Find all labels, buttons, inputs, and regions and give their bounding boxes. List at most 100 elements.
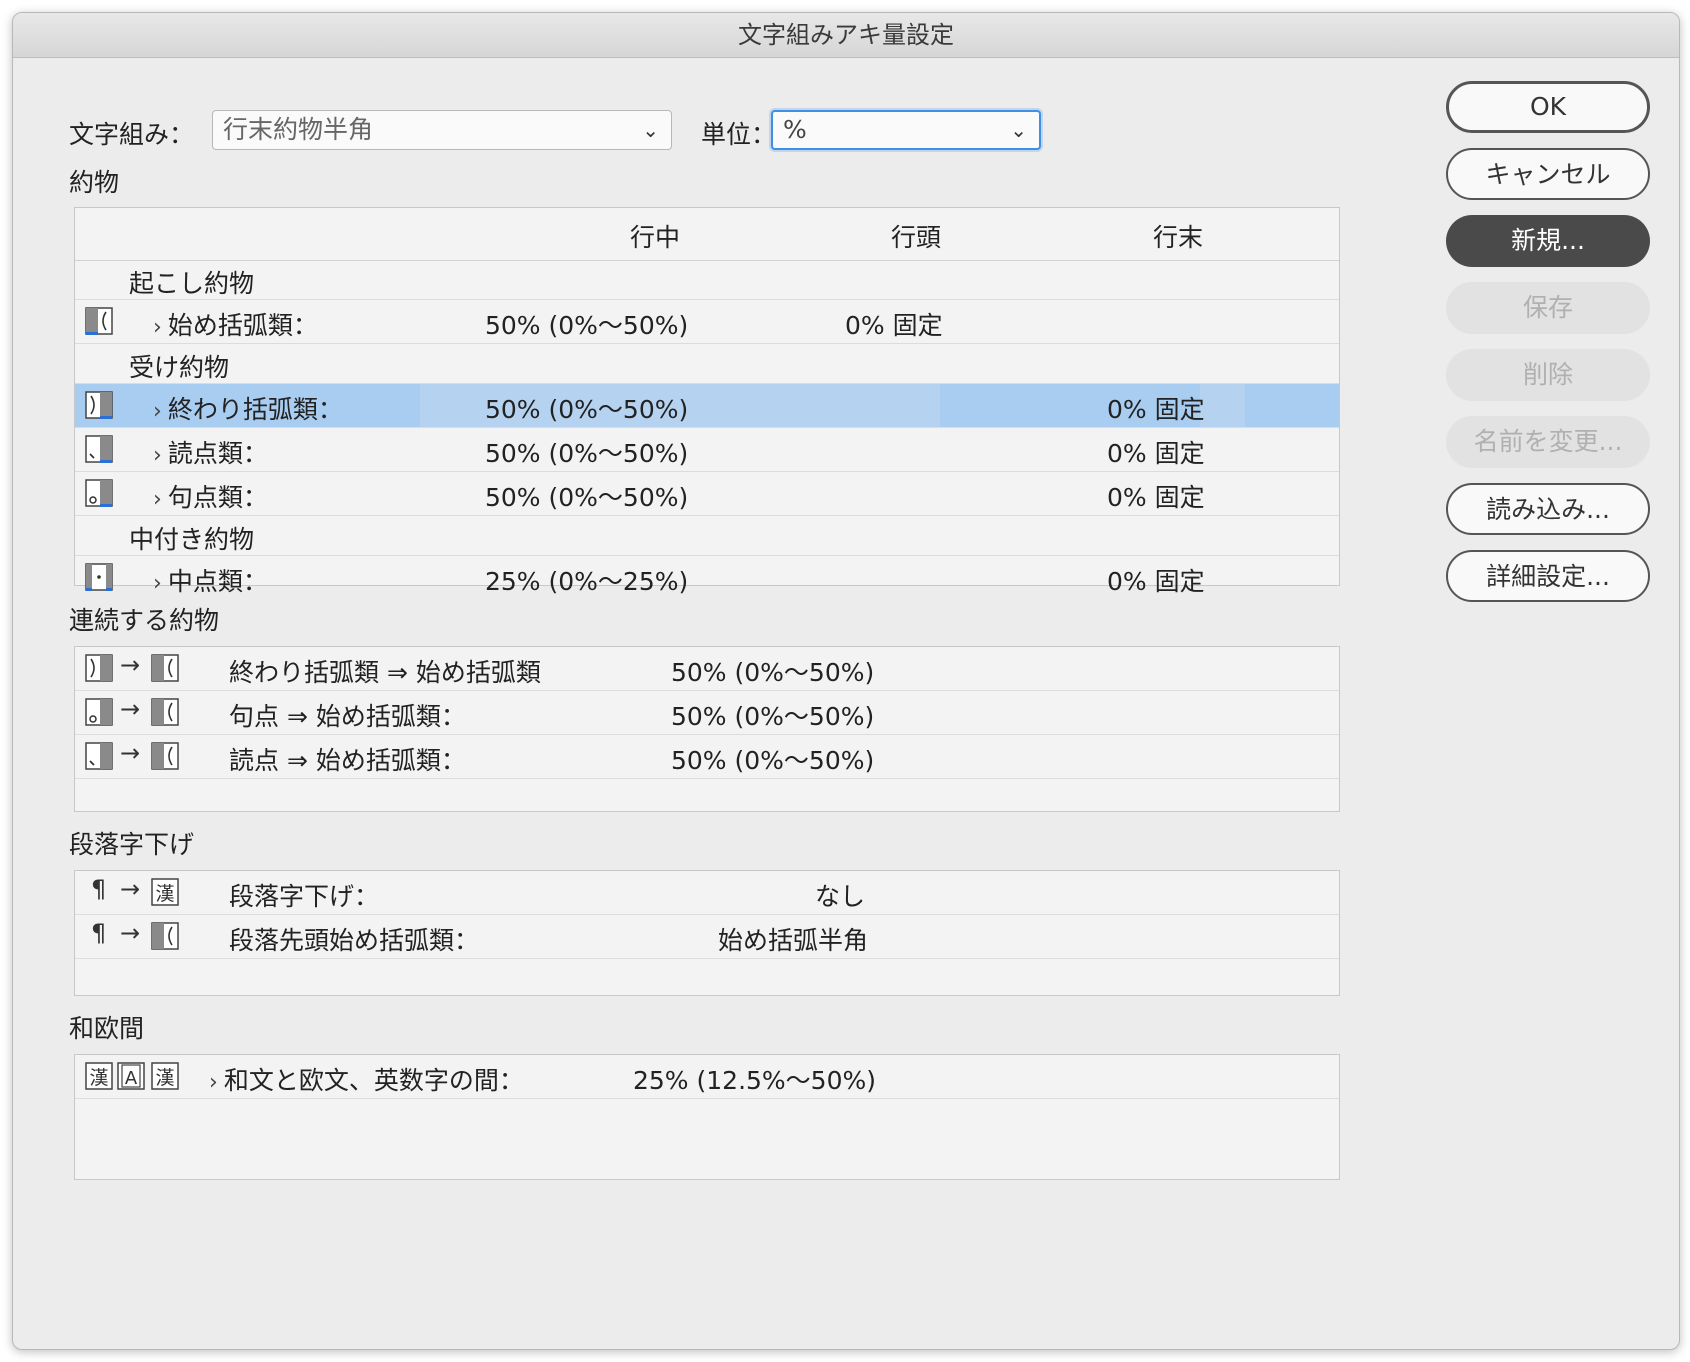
row-label: 段落先頭始め括弧類： [229, 926, 480, 955]
svg-text:漢: 漢 [89, 1067, 108, 1089]
detail-settings-button[interactable]: 詳細設定... [1446, 550, 1650, 602]
table-row[interactable]: → 読点 ⇒ 始め括弧類： 50% (0%〜50%) [75, 735, 1339, 779]
unit-value: % [783, 115, 807, 144]
row-value[interactable]: なし [815, 877, 865, 913]
pilcrow-icon: ¶ [91, 875, 107, 903]
comma-glyph-icon [85, 435, 113, 463]
close-bracket-icon [85, 654, 113, 682]
period-glyph-icon [85, 479, 113, 507]
renzoku-section-label: 連続する約物 [69, 606, 220, 635]
group-label: 中付き約物 [129, 525, 255, 554]
row-value-mid[interactable]: 50% (0%〜50%) [485, 390, 688, 426]
row-value-head[interactable]: 0% 固定 [845, 306, 943, 342]
kanji-box-icon: 漢 [85, 1062, 113, 1090]
table-row[interactable]: → 終わり括弧類 ⇒ 始め括弧類 50% (0%〜50%) [75, 647, 1339, 691]
rename-button[interactable]: 名前を変更... [1446, 416, 1650, 468]
row-value-mid[interactable]: 50% (0%〜50%) [485, 478, 688, 514]
row-value-end[interactable]: 0% 固定 [1107, 390, 1205, 426]
unit-select[interactable]: % ⌄ [771, 110, 1041, 150]
row-label: 読点 ⇒ 始め括弧類： [229, 746, 466, 775]
row-value-end[interactable]: 0% 固定 [1107, 562, 1205, 598]
chevron-down-icon: ⌄ [1010, 118, 1027, 142]
row-label: › 中点類： [153, 567, 268, 596]
row-value[interactable]: 50% (0%〜50%) [671, 697, 874, 733]
chevron-right-icon: › [209, 1070, 218, 1095]
svg-text:A: A [125, 1068, 138, 1089]
unit-label: 単位： [701, 120, 777, 149]
row-label: 段落字下げ： [229, 882, 380, 911]
chevron-right-icon: › [153, 443, 162, 468]
column-header-end: 行末 [1153, 223, 1204, 252]
arrow-right-icon: → [120, 919, 141, 947]
chevron-right-icon: › [153, 315, 162, 340]
middle-dot-icon [85, 563, 113, 591]
row-value[interactable]: 始め括弧半角 [718, 921, 868, 957]
open-bracket-icon [151, 654, 179, 682]
mojigumi-select[interactable]: 行末約物半角 ⌄ [212, 110, 672, 150]
row-value[interactable]: 25% (12.5%〜50%) [633, 1061, 876, 1097]
row-value-end[interactable]: 0% 固定 [1107, 478, 1205, 514]
table-row[interactable]: › 中点類： 25% (0%〜25%) 0% 固定 [75, 556, 1339, 600]
mojigumi-label: 文字組み： [69, 120, 195, 149]
arrow-right-icon: → [120, 739, 141, 767]
ok-button[interactable]: OK [1446, 81, 1650, 133]
svg-text:漢: 漢 [155, 1067, 174, 1089]
open-bracket-icon [85, 307, 113, 335]
period-glyph-icon [85, 698, 113, 726]
waoukan-section-label: 和欧間 [69, 1014, 145, 1043]
arrow-right-icon: → [120, 651, 141, 679]
open-bracket-icon [151, 742, 179, 770]
chevron-right-icon: › [153, 399, 162, 424]
table-header: 行中 行頭 行末 [75, 208, 1339, 261]
close-bracket-icon [85, 391, 113, 419]
yakumono-section-label: 約物 [69, 168, 120, 197]
column-header-mid: 行中 [630, 223, 681, 252]
cancel-button[interactable]: キャンセル [1446, 148, 1650, 200]
chevron-right-icon: › [153, 571, 162, 596]
table-row[interactable]: → 句点 ⇒ 始め括弧類： 50% (0%〜50%) [75, 691, 1339, 735]
arrow-right-icon: → [120, 695, 141, 723]
arrow-right-icon: → [120, 875, 141, 903]
row-value[interactable]: 50% (0%〜50%) [671, 741, 874, 777]
row-label: › 始め括弧類： [153, 311, 318, 340]
row-label: 終わり括弧類 ⇒ 始め括弧類 [229, 658, 541, 687]
save-button[interactable]: 保存 [1446, 282, 1650, 334]
table-row-selected[interactable]: › 終わり括弧類： 50% (0%〜50%) 0% 固定 [75, 384, 1339, 428]
yakumono-table: 行中 行頭 行末 起こし約物 › 始め括弧類： 50% (0%〜50%) 0% 固… [74, 207, 1340, 596]
mojigumi-value: 行末約物半角 [223, 115, 374, 144]
table-row[interactable]: ¶ → 漢 段落字下げ： なし [75, 871, 1339, 915]
waoukan-table: 漢 A 漢 › 和文と欧文、英数字の間： 25% (12.5%〜50%) [74, 1054, 1340, 1180]
dansage-section-label: 段落字下げ [69, 830, 195, 859]
table-row[interactable]: › 句点類： 50% (0%〜50%) 0% 固定 [75, 472, 1339, 516]
dialog-title: 文字組みアキ量設定 [13, 13, 1679, 58]
table-row[interactable]: › 読点類： 50% (0%〜50%) 0% 固定 [75, 428, 1339, 472]
row-value-mid[interactable]: 50% (0%〜50%) [485, 306, 688, 342]
row-value[interactable]: 50% (0%〜50%) [671, 653, 874, 689]
latin-a-box-icon: A [117, 1062, 145, 1090]
open-bracket-icon [151, 922, 179, 950]
table-row[interactable]: ¶ → 段落先頭始め括弧類： 始め括弧半角 [75, 915, 1339, 959]
dialog-window: 文字組みアキ量設定 文字組み： 行末約物半角 ⌄ 単位： % ⌄ 約物 行中 行… [12, 12, 1680, 1350]
row-label: › 句点類： [153, 483, 268, 512]
group-label: 受け約物 [129, 353, 230, 382]
kanji-box-icon: 漢 [151, 878, 179, 906]
new-button[interactable]: 新規... [1446, 215, 1650, 267]
chevron-right-icon: › [153, 487, 162, 512]
chevron-down-icon: ⌄ [642, 118, 659, 142]
comma-glyph-icon [85, 742, 113, 770]
table-row[interactable]: › 始め括弧類： 50% (0%〜50%) 0% 固定 [75, 300, 1339, 344]
pilcrow-icon: ¶ [91, 919, 107, 947]
dansage-table: ¶ → 漢 段落字下げ： なし ¶ → 段落先頭始め括弧類： 始め括弧半角 [74, 870, 1340, 996]
group-row-uke: 受け約物 [75, 344, 1339, 384]
row-label: › 読点類： [153, 439, 268, 468]
row-value-mid[interactable]: 50% (0%〜50%) [485, 434, 688, 470]
row-label: › 和文と欧文、英数字の間： [209, 1066, 524, 1095]
load-button[interactable]: 読み込み... [1446, 483, 1650, 535]
row-value-mid[interactable]: 25% (0%〜25%) [485, 562, 688, 598]
row-label: 句点 ⇒ 始め括弧類： [229, 702, 466, 731]
delete-button[interactable]: 削除 [1446, 349, 1650, 401]
svg-text:漢: 漢 [155, 883, 174, 905]
group-row-nakatsuki: 中付き約物 [75, 516, 1339, 556]
table-row[interactable]: 漢 A 漢 › 和文と欧文、英数字の間： 25% (12.5%〜50%) [75, 1055, 1339, 1099]
row-value-end[interactable]: 0% 固定 [1107, 434, 1205, 470]
